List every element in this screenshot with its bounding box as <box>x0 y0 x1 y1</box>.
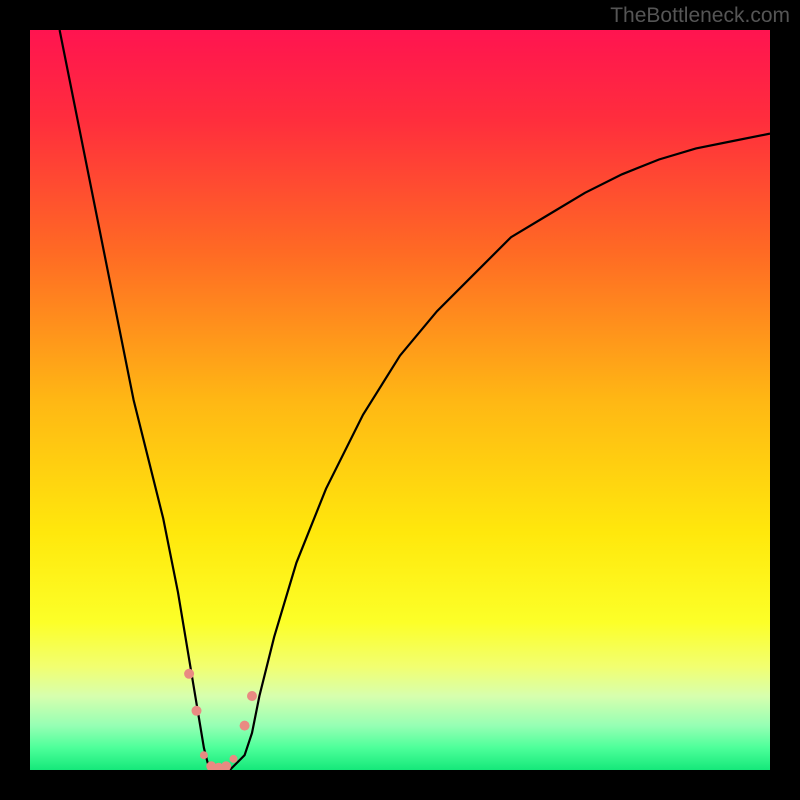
data-marker <box>184 669 194 679</box>
chart-svg <box>30 30 770 770</box>
plot-area <box>30 30 770 770</box>
data-marker <box>247 691 257 701</box>
gradient-background <box>30 30 770 770</box>
watermark-text: TheBottleneck.com <box>610 4 790 28</box>
data-marker <box>200 751 208 759</box>
chart-container: TheBottleneck.com <box>0 0 800 800</box>
data-marker <box>240 721 250 731</box>
data-marker <box>192 706 202 716</box>
data-marker <box>230 755 238 763</box>
